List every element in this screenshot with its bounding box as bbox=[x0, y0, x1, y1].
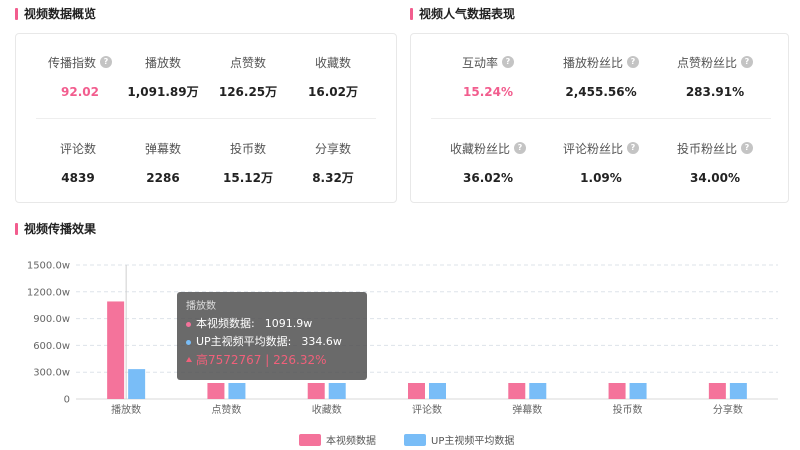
bar-current-1[interactable] bbox=[207, 383, 225, 399]
bar-current-5[interactable] bbox=[608, 383, 626, 399]
y-tick-label: 1200.0w bbox=[27, 287, 70, 298]
stat-label: 互动率? bbox=[428, 54, 548, 70]
bar-current-2[interactable] bbox=[307, 383, 325, 399]
chart-legend: 本视频数据 UP主视频平均数据 bbox=[299, 432, 514, 447]
legend-label-average[interactable]: UP主视频平均数据 bbox=[431, 432, 514, 447]
stat-like-fan-ratio: 点赞粉丝比? 283.91% bbox=[655, 54, 775, 100]
stat-shares: 分享数 8.32万 bbox=[273, 140, 393, 186]
bar-current-0[interactable] bbox=[107, 301, 125, 399]
bar-average-5[interactable] bbox=[629, 383, 647, 399]
chart-tooltip: 播放数 本视频数据: 1091.9w UP主视频平均数据: 334.6w 高75… bbox=[177, 292, 367, 380]
tooltip-diff: 高7572767 | 226.32% bbox=[186, 351, 358, 369]
stat-value: 16.02万 bbox=[308, 85, 358, 99]
bar-average-1[interactable] bbox=[228, 383, 246, 399]
y-tick-label: 1500.0w bbox=[27, 261, 70, 272]
help-icon[interactable]: ? bbox=[741, 56, 753, 68]
stat-label: 播放粉丝比? bbox=[541, 54, 661, 70]
x-tick-label: 弹幕数 bbox=[512, 403, 542, 416]
stat-interaction-rate: 互动率? 15.24% bbox=[428, 54, 548, 100]
stat-label: 投币粉丝比? bbox=[655, 140, 775, 156]
stat-comment-fan-ratio: 评论粉丝比? 1.09% bbox=[541, 140, 661, 186]
stat-value: 34.00% bbox=[690, 171, 740, 185]
tooltip-row-current: 本视频数据: 1091.9w bbox=[186, 315, 358, 333]
stat-favorite-fan-ratio: 收藏粉丝比? 36.02% bbox=[428, 140, 548, 186]
blue-dot-icon bbox=[186, 339, 191, 345]
stat-value: 2,455.56% bbox=[565, 85, 637, 99]
stat-value: 8.32万 bbox=[312, 171, 354, 185]
bar-average-0[interactable] bbox=[128, 369, 146, 399]
stat-value: 283.91% bbox=[685, 85, 745, 99]
stat-value: 15.24% bbox=[463, 85, 513, 99]
x-tick-label: 评论数 bbox=[412, 403, 442, 416]
legend-swatch-average[interactable] bbox=[404, 433, 426, 446]
tooltip-label: UP主视频平均数据: bbox=[196, 335, 292, 348]
effect-title: 视频传播效果 bbox=[15, 222, 96, 236]
stat-coin-fan-ratio: 投币粉丝比? 34.00% bbox=[655, 140, 775, 186]
legend-label-current[interactable]: 本视频数据 bbox=[326, 432, 376, 447]
propagation-chart[interactable]: 0300.0w600.0w900.0w1200.0w1500.0w 播放数 点赞数… bbox=[0, 240, 800, 425]
overview-title: 视频数据概览 bbox=[15, 7, 96, 21]
y-tick-label: 900.0w bbox=[33, 314, 70, 325]
help-icon[interactable]: ? bbox=[627, 142, 639, 154]
stat-label: 分享数 bbox=[314, 141, 351, 156]
stat-value: 36.02% bbox=[463, 171, 513, 185]
stat-label: 收藏数 bbox=[314, 55, 351, 70]
bar-current-4[interactable] bbox=[508, 383, 526, 399]
help-icon[interactable]: ? bbox=[502, 56, 514, 68]
bar-average-4[interactable] bbox=[529, 383, 547, 399]
pink-dot-icon bbox=[186, 321, 191, 327]
tooltip-value: 1091.9w bbox=[264, 317, 313, 330]
popularity-title: 视频人气数据表现 bbox=[410, 7, 515, 21]
arrow-up-icon bbox=[186, 357, 192, 362]
x-tick-label: 投币数 bbox=[613, 403, 643, 416]
help-icon[interactable]: ? bbox=[741, 142, 753, 154]
stat-favorites: 收藏数 16.02万 bbox=[273, 54, 393, 100]
tooltip-diff-text: 高7572767 | 226.32% bbox=[196, 353, 327, 367]
bar-average-6[interactable] bbox=[729, 383, 747, 399]
popularity-card: 互动率? 15.24% 播放粉丝比? 2,455.56% 点赞粉丝比? 283.… bbox=[410, 33, 789, 203]
stat-label: 评论粉丝比? bbox=[541, 140, 661, 156]
stat-value: 1.09% bbox=[580, 171, 622, 185]
y-tick-label: 0 bbox=[64, 395, 70, 406]
bar-current-3[interactable] bbox=[408, 383, 425, 399]
popularity-divider bbox=[431, 118, 771, 119]
help-icon[interactable]: ? bbox=[627, 56, 639, 68]
bar-current-6[interactable] bbox=[708, 383, 726, 399]
y-tick-label: 300.0w bbox=[33, 368, 70, 379]
tooltip-label: 本视频数据: bbox=[196, 317, 255, 330]
tooltip-row-average: UP主视频平均数据: 334.6w bbox=[186, 333, 358, 351]
bar-average-2[interactable] bbox=[328, 383, 346, 399]
help-icon[interactable]: ? bbox=[514, 142, 526, 154]
x-tick-label: 收藏数 bbox=[312, 403, 342, 416]
x-tick-label: 播放数 bbox=[111, 403, 141, 416]
tooltip-title: 播放数 bbox=[186, 301, 216, 312]
overview-card: 传播指数? 92.02 播放数 1,091.89万 点赞数 126.25万 收藏… bbox=[15, 33, 397, 203]
y-axis-ticks: 0 300.0w 600.0w 900.0w 1200.0w 1500.0w bbox=[27, 261, 70, 406]
stat-label: 点赞粉丝比? bbox=[655, 54, 775, 70]
stat-play-fan-ratio: 播放粉丝比? 2,455.56% bbox=[541, 54, 661, 100]
tooltip-value: 334.6w bbox=[301, 335, 342, 348]
x-axis-ticks: 播放数 点赞数 收藏数 评论数 弹幕数 投币数 分享数 bbox=[111, 403, 743, 416]
stat-label: 收藏粉丝比? bbox=[428, 140, 548, 156]
x-tick-label: 分享数 bbox=[713, 403, 743, 416]
legend-swatch-current[interactable] bbox=[299, 433, 321, 446]
overview-divider bbox=[36, 118, 376, 119]
x-tick-label: 点赞数 bbox=[211, 403, 241, 416]
bar-average-3[interactable] bbox=[429, 383, 446, 399]
y-tick-label: 600.0w bbox=[33, 341, 70, 352]
